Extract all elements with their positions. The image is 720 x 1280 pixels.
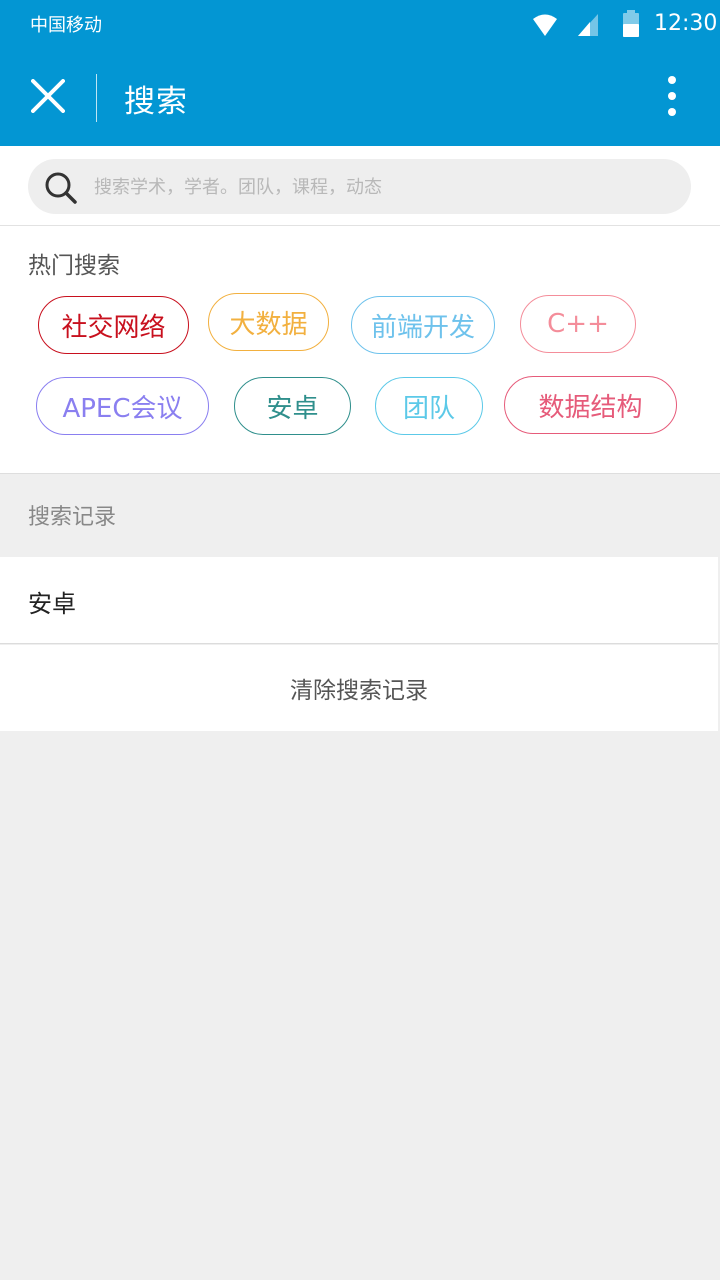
hot-search-title: 热门搜索 [28,253,120,279]
more-vertical-icon [667,75,677,121]
app-bar: 中国移动 12:30 搜索 [0,0,720,146]
carrier-name: 中国移动 [30,15,102,36]
hot-tag-data-structure[interactable]: 数据结构 [504,376,677,434]
hot-tag-big-data[interactable]: 大数据 [208,293,329,351]
wifi-icon [532,12,558,42]
hot-tag-frontend-dev[interactable]: 前端开发 [351,296,495,354]
search-input[interactable] [92,167,672,207]
search-box[interactable] [28,159,691,214]
more-options-button[interactable] [646,68,698,128]
battery-icon [622,10,640,42]
page-title: 搜索 [124,84,188,120]
toolbar: 搜索 [0,50,720,146]
hot-tag-apec-meeting[interactable]: APEC会议 [36,377,209,435]
clear-history-button[interactable]: 清除搜索记录 [0,645,718,731]
cell-signal-icon [576,12,600,42]
close-icon [31,79,65,117]
history-item-label: 安卓 [28,590,76,618]
search-history-title: 搜索记录 [28,505,117,530]
search-area [0,146,720,226]
hot-tag-team[interactable]: 团队 [375,377,483,435]
hot-search-section: 热门搜索 社交网络 大数据 前端开发 C++ APEC会议 安卓 团队 数据结构 [0,226,720,474]
toolbar-divider [96,74,97,122]
status-bar: 中国移动 12:30 [0,0,720,50]
hot-tag-cpp[interactable]: C++ [520,295,636,353]
hot-tag-android[interactable]: 安卓 [234,377,351,435]
status-time: 12:30 [654,11,718,36]
hot-tag-social-network[interactable]: 社交网络 [38,296,189,354]
history-item[interactable]: 安卓 [0,557,718,644]
search-icon [44,171,78,209]
search-history-header: 搜索记录 [0,474,720,557]
close-button[interactable] [14,64,82,132]
